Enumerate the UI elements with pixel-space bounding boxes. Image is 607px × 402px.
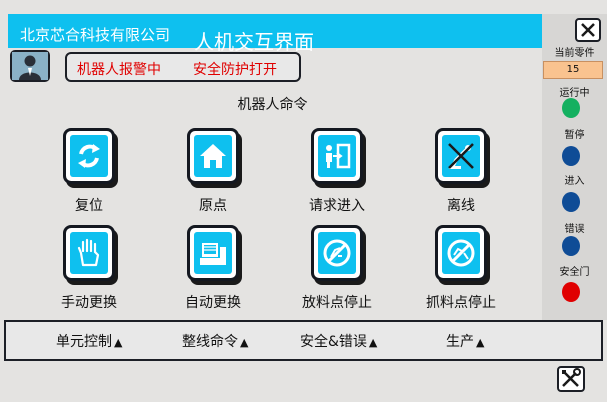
safety-door-label: 安全门: [559, 267, 590, 278]
nav-unit-control[interactable]: 单元控制 ▲: [56, 331, 122, 351]
paused-label: 暂停: [564, 130, 585, 141]
reset-button[interactable]: [63, 128, 115, 184]
header-bar: 北京芯合科技有限公司 人机交互界面: [8, 14, 542, 54]
caret-up-icon: ▲: [240, 336, 249, 349]
robot-alarm-text: 机器人报警中: [77, 62, 161, 78]
status-panel: 当前零件 15 运行中 暂停 进入 错误 安全门: [542, 14, 607, 320]
user-icon: [12, 52, 48, 80]
offline-robot-icon: [448, 143, 474, 169]
reset-label: 复位: [75, 198, 103, 214]
auto-change-label: 自动更换: [185, 295, 241, 311]
place-point-stop-command[interactable]: 放料点停止: [277, 225, 397, 312]
caret-up-icon: ▲: [114, 336, 123, 349]
enter-door-icon: [326, 143, 351, 169]
safety-protection-text: 安全防护打开: [193, 62, 277, 78]
running-indicator: [562, 98, 580, 118]
offline-command[interactable]: 离线: [401, 128, 521, 215]
offline-button[interactable]: [435, 128, 487, 184]
user-button[interactable]: [10, 50, 50, 82]
page-title: 人机交互界面: [194, 30, 314, 54]
manual-change-command[interactable]: 手动更换: [29, 225, 149, 312]
reset-command[interactable]: 复位: [29, 128, 149, 215]
place-point-stop-label: 放料点停止: [302, 295, 372, 311]
hand-icon: [77, 238, 100, 267]
auto-change-command[interactable]: 自动更换: [153, 225, 273, 312]
bottom-nav: 单元控制 ▲ 整线命令 ▲ 安全&错误 ▲ 生产 ▲: [4, 320, 603, 361]
offline-label: 离线: [447, 198, 475, 214]
nav-line-command[interactable]: 整线命令 ▲: [182, 331, 248, 351]
stop-place-icon: [323, 239, 351, 267]
auto-machine-icon: [200, 243, 226, 265]
robot-commands-title: 机器人命令: [237, 97, 308, 113]
tools-icon: [562, 368, 581, 387]
stop-pick-icon: [447, 239, 475, 267]
home-button[interactable]: [187, 128, 239, 184]
nav-production-label: 生产: [446, 334, 474, 350]
pick-point-stop-command[interactable]: 抓料点停止: [401, 225, 521, 312]
alarm-status-box: 机器人报警中 安全防护打开: [65, 52, 301, 82]
close-icon: [581, 23, 595, 37]
current-part-label: 当前零件: [554, 48, 595, 59]
request-enter-button[interactable]: [311, 128, 363, 184]
nav-production[interactable]: 生产 ▲: [446, 331, 484, 351]
safety-door-indicator: [562, 282, 580, 302]
caret-up-icon: ▲: [476, 336, 485, 349]
auto-change-button[interactable]: [187, 225, 239, 281]
paused-indicator: [562, 146, 580, 166]
home-label: 原点: [199, 198, 227, 214]
manual-change-button[interactable]: [63, 225, 115, 281]
tools-button[interactable]: [557, 366, 585, 392]
company-name: 北京芯合科技有限公司: [20, 26, 171, 44]
nav-safety-error-label: 安全&错误: [300, 334, 367, 350]
home-icon: [200, 144, 226, 168]
error-label: 错误: [564, 224, 585, 235]
current-part-value: 15: [543, 61, 603, 79]
running-label: 运行中: [559, 88, 590, 99]
entering-label: 进入: [564, 176, 585, 187]
entering-indicator: [562, 192, 580, 212]
manual-change-label: 手动更换: [61, 295, 117, 311]
error-indicator: [562, 236, 580, 256]
hmi-screen: 北京芯合科技有限公司 人机交互界面 机器人报警中 安全防护打开 机器人命令 复位…: [0, 0, 607, 402]
footer-bar: [0, 361, 607, 402]
request-enter-label: 请求进入: [309, 198, 365, 214]
nav-safety-error[interactable]: 安全&错误 ▲: [300, 331, 377, 351]
caret-up-icon: ▲: [368, 336, 378, 349]
pick-point-stop-button[interactable]: [435, 225, 487, 281]
place-point-stop-button[interactable]: [311, 225, 363, 281]
refresh-icon: [78, 144, 100, 168]
close-button[interactable]: [575, 18, 601, 42]
nav-unit-control-label: 单元控制: [56, 334, 112, 350]
pick-point-stop-label: 抓料点停止: [426, 295, 496, 311]
home-command[interactable]: 原点: [153, 128, 273, 215]
nav-line-command-label: 整线命令: [182, 334, 238, 350]
request-enter-command[interactable]: 请求进入: [277, 128, 397, 215]
